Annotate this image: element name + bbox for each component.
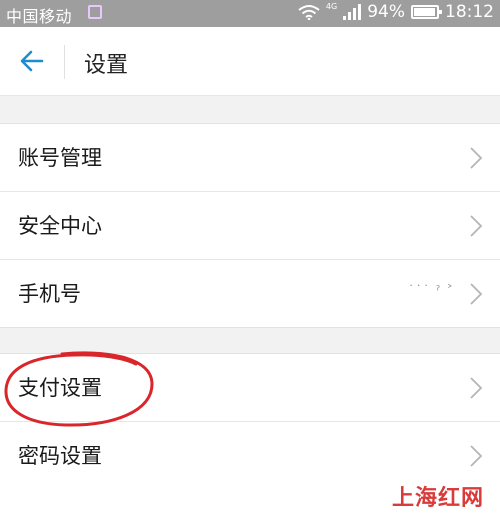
sim-icon [88,5,102,19]
chevron-right-icon [470,147,483,169]
network-type: 4G [325,1,338,11]
settings-group-account: 账号管理 安全中心 手机号 ˙˙˙ ˀ ˃ [0,123,500,328]
settings-row-account-management[interactable]: 账号管理 [0,124,500,192]
chevron-right-icon [470,283,483,305]
battery-icon [411,5,442,19]
status-right: 4G 94% 18:12 [298,2,494,22]
battery-percent: 94% [367,2,405,22]
settings-row-password-settings[interactable]: 密码设置 [0,422,500,489]
row-label: 密码设置 [18,444,102,468]
settings-row-security-center[interactable]: 安全中心 [0,192,500,260]
row-label: 手机号 [18,282,81,306]
row-label: 支付设置 [18,376,102,400]
settings-row-payment-settings[interactable]: 支付设置 [0,354,500,422]
header-divider [64,45,65,79]
wifi-icon [298,5,320,20]
chevron-right-icon [470,377,483,399]
signal-icon [343,4,362,20]
row-label: 账号管理 [18,146,102,170]
page-title: 设置 [84,53,129,78]
app-header: 设置 [0,27,500,96]
status-bar: 中国移动 4G 94% 18:12 [0,0,500,27]
chevron-right-icon [470,445,483,467]
clock: 18:12 [445,2,494,22]
phone-number-value: ˙˙˙ ˀ ˃ [407,284,454,299]
chevron-right-icon [470,215,483,237]
settings-row-phone-number[interactable]: 手机号 ˙˙˙ ˀ ˃ [0,260,500,327]
watermark-text: 上海红网 [392,486,485,511]
row-label: 安全中心 [18,214,102,238]
carrier-name: 中国移动 [6,7,73,26]
arrow-left-icon[interactable] [18,47,46,75]
